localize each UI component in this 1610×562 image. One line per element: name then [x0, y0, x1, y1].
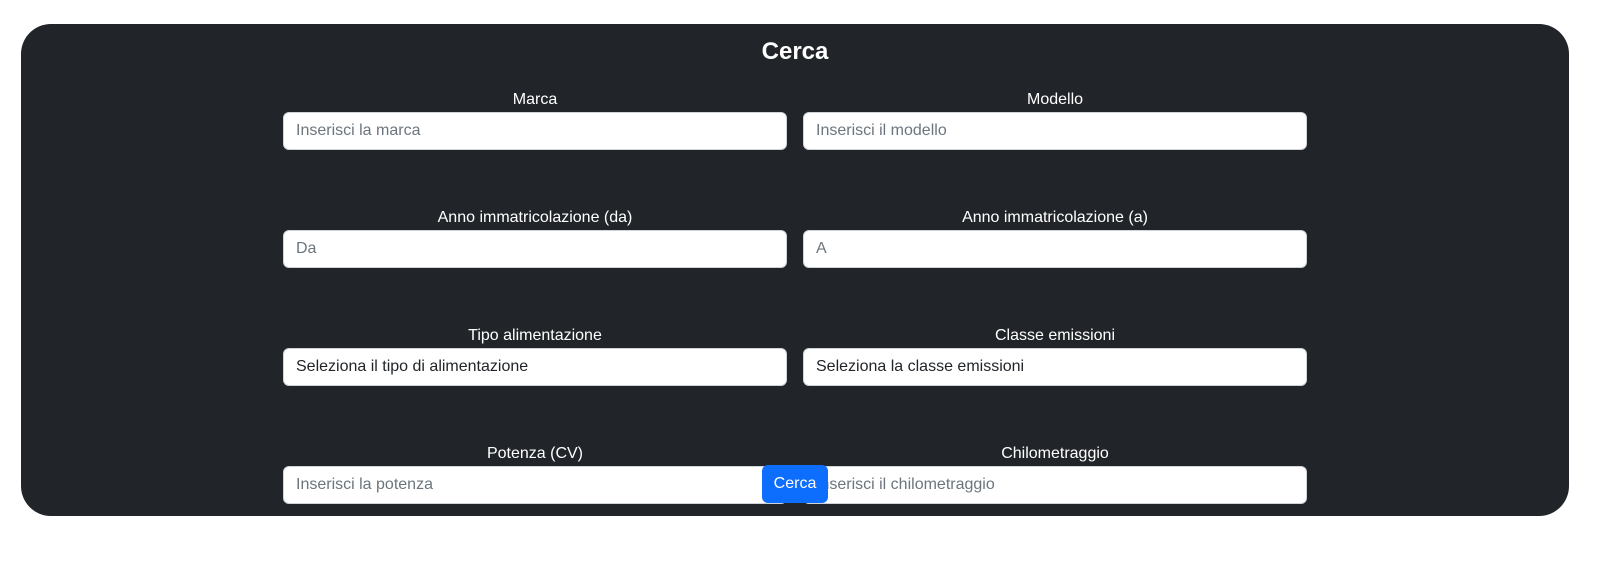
- field-year-to: Anno immatricolazione (a): [803, 208, 1307, 268]
- brand-label: Marca: [512, 91, 558, 108]
- submit-wrap: Cerca: [21, 465, 1569, 503]
- year-to-label: Anno immatricolazione (a): [962, 209, 1148, 226]
- year-to-input[interactable]: [803, 230, 1307, 268]
- brand-input[interactable]: [283, 112, 787, 150]
- emission-class-select[interactable]: Seleziona la classe emissioni: [803, 348, 1307, 386]
- field-brand: Marca: [283, 90, 787, 150]
- year-from-input[interactable]: [283, 230, 787, 268]
- fuel-type-select[interactable]: Seleziona il tipo di alimentazione: [283, 348, 787, 386]
- emission-class-label: Classe emissioni: [994, 327, 1116, 344]
- form-row-years: Anno immatricolazione (da) Anno immatric…: [283, 208, 1307, 268]
- search-title: Cerca: [761, 38, 829, 65]
- fuel-type-label: Tipo alimentazione: [468, 327, 602, 344]
- form-row-fuel-emissions: Tipo alimentazione Seleziona il tipo di …: [283, 326, 1307, 386]
- emission-class-selected-value: Seleziona la classe emissioni: [816, 358, 1025, 375]
- power-label: Potenza (CV): [486, 445, 584, 462]
- form-row-brand-model: Marca Modello: [283, 90, 1307, 150]
- mileage-label: Chilometraggio: [1001, 445, 1109, 462]
- field-model: Modello: [803, 90, 1307, 150]
- search-panel: Cerca Marca Modello Anno immatricolazion…: [21, 24, 1569, 516]
- model-input[interactable]: [803, 112, 1307, 150]
- field-emission-class: Classe emissioni Seleziona la classe emi…: [803, 326, 1307, 386]
- year-from-label: Anno immatricolazione (da): [437, 209, 633, 226]
- field-year-from: Anno immatricolazione (da): [283, 208, 787, 268]
- model-label: Modello: [1026, 91, 1084, 108]
- fuel-type-selected-value: Seleziona il tipo di alimentazione: [296, 358, 529, 375]
- search-button[interactable]: Cerca: [762, 465, 828, 503]
- field-fuel-type: Tipo alimentazione Seleziona il tipo di …: [283, 326, 787, 386]
